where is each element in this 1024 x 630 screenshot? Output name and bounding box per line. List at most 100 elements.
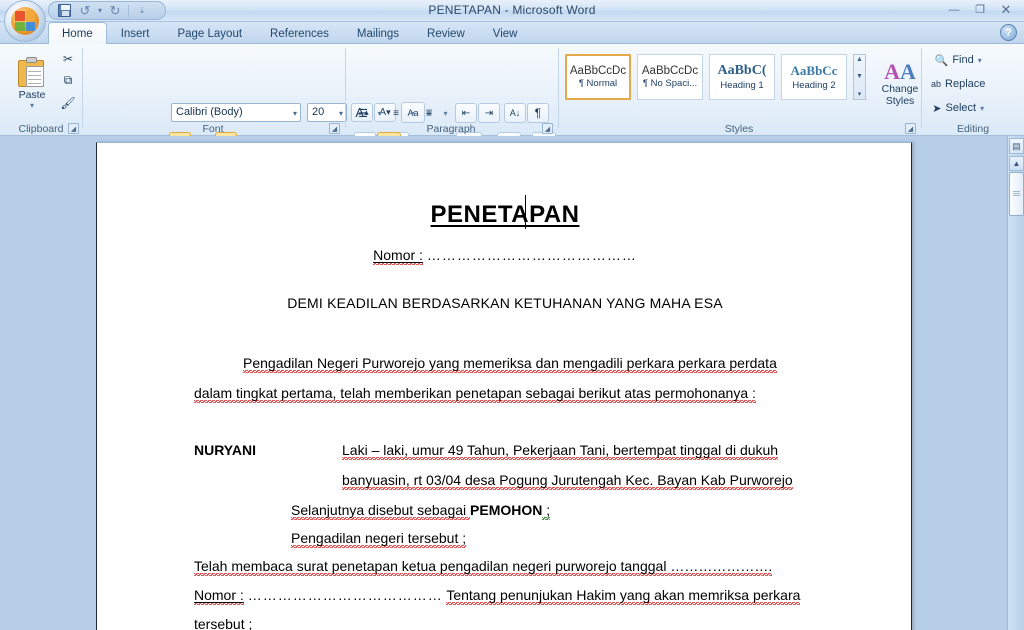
find-button[interactable]: 🔍 Find ▾ xyxy=(928,50,986,70)
document-page[interactable]: PENETAPAN Nomor : …………………………………… DEMI KE… xyxy=(96,142,912,630)
toolbar-divider xyxy=(128,4,130,17)
gallery-scroll-up-icon[interactable]: ▲ xyxy=(856,56,863,63)
font-size-input[interactable]: 20 ▾ xyxy=(307,103,347,122)
office-button[interactable] xyxy=(4,0,46,42)
bullets-dropdown-icon[interactable]: ▾ xyxy=(375,103,384,123)
group-label-styles: Styles xyxy=(724,123,754,135)
vertical-scrollbar[interactable]: ▤ ▲ xyxy=(1007,136,1024,630)
find-label: Find xyxy=(952,54,974,66)
styles-dialog-launcher[interactable]: ◢ xyxy=(905,123,916,134)
multilevel-list-icon[interactable]: ⩸ xyxy=(418,103,440,123)
group-paragraph: ☰ ▾ ≡ ▾ ⩸ ▾ ⇤ ⇥ A↓ ¶ ≣ ≣ ≣ ≣ ↕≡ ▾ ▧ ▾ ⊞ xyxy=(346,44,564,152)
scroll-thumb[interactable] xyxy=(1009,172,1024,216)
group-label-editing: Editing xyxy=(956,123,990,135)
style-no-spacing[interactable]: AaBbCcDc ¶ No Spaci... xyxy=(637,54,703,100)
quick-access-toolbar: ↺ ▾ ↻ ⇣ xyxy=(48,1,166,20)
split-window-icon[interactable]: ▤ xyxy=(1009,138,1024,154)
font-size-value: 20 xyxy=(312,106,325,118)
help-button[interactable]: ? xyxy=(1000,24,1017,41)
demi-keadilan-line: DEMI KEADILAN BERDASARKAN KETUHANAN YANG… xyxy=(287,295,723,311)
font-name-dropdown-icon[interactable]: ▾ xyxy=(293,109,297,118)
clipboard-dialog-launcher[interactable]: ◢ xyxy=(68,123,79,134)
tab-view[interactable]: View xyxy=(479,22,532,44)
style-sample: AaBbC( xyxy=(717,63,767,78)
copy-icon[interactable]: ⧉ xyxy=(58,71,78,90)
show-marks-icon[interactable]: ¶ xyxy=(527,103,549,123)
style-name: ¶ Normal xyxy=(578,78,618,89)
document-heading: PENETAPAN xyxy=(430,201,580,228)
style-name: ¶ No Spaci... xyxy=(642,78,698,89)
replace-button[interactable]: ab Replace xyxy=(928,74,986,94)
save-icon[interactable] xyxy=(56,3,72,18)
font-name-value: Calibri (Body) xyxy=(176,106,243,118)
change-styles-label: Change Styles xyxy=(881,83,919,107)
party-line-2: banyuasin, rt 03/04 desa Pogung Juruteng… xyxy=(342,472,793,490)
cut-icon[interactable]: ✂ xyxy=(58,49,78,68)
binoculars-icon: 🔍 xyxy=(934,54,949,67)
party-line-1: Laki – laki, umur 49 Tahun, Pekerjaan Ta… xyxy=(342,442,779,460)
decrease-indent-icon[interactable]: ⇤ xyxy=(455,103,477,123)
style-normal[interactable]: AaBbCcDc ¶ Normal xyxy=(565,54,631,100)
paragraph-dialog-launcher[interactable]: ◢ xyxy=(542,123,553,134)
find-dropdown-icon[interactable]: ▾ xyxy=(978,56,982,65)
redo-icon[interactable]: ↻ xyxy=(107,3,123,18)
gallery-scroll-down-icon[interactable]: ▼ xyxy=(856,73,863,80)
styles-gallery-scroll[interactable]: ▲ ▼ ▾ xyxy=(853,54,866,100)
numbering-dropdown-icon[interactable]: ▾ xyxy=(408,103,417,123)
tab-insert[interactable]: Insert xyxy=(107,22,164,44)
multilevel-dropdown-icon[interactable]: ▾ xyxy=(441,103,450,123)
group-label-font: Font xyxy=(202,123,224,135)
party-name: NURYANI xyxy=(194,442,256,458)
close-button[interactable]: ✕ xyxy=(994,1,1018,18)
text-cursor xyxy=(525,195,526,229)
ribbon: Paste ▾ ✂ ⧉ 🖌 Clipboard ◢ Calibri (Body)… xyxy=(0,44,1024,152)
tab-page-layout[interactable]: Page Layout xyxy=(163,22,256,44)
style-sample: AaBbCcDc xyxy=(569,65,627,77)
group-editing: 🔍 Find ▾ ab Replace ➤ Select ▾ Editing xyxy=(922,44,1024,136)
tab-home[interactable]: Home xyxy=(48,22,107,44)
undo-dropdown-icon[interactable]: ▾ xyxy=(98,6,102,15)
group-clipboard: Paste ▾ ✂ ⧉ 🖌 Clipboard ◢ xyxy=(0,44,82,136)
scroll-up-button[interactable]: ▲ xyxy=(1009,156,1024,171)
tersebut-line: tersebut ; xyxy=(194,616,253,630)
office-logo-icon xyxy=(11,7,39,35)
document-area[interactable]: PENETAPAN Nomor : …………………………………… DEMI KE… xyxy=(0,136,1024,630)
ribbon-tab-strip: Home Insert Page Layout References Maili… xyxy=(0,22,1024,44)
select-button[interactable]: ➤ Select ▾ xyxy=(928,98,986,118)
customize-icon[interactable]: ⇣ xyxy=(134,3,150,18)
group-font: Calibri (Body) ▾ 20 ▾ A▴ A▾ Aa B I U ▾ a… xyxy=(83,44,425,152)
window-controls: — ❐ ✕ xyxy=(942,1,1018,18)
bullets-icon[interactable]: ☰ xyxy=(352,103,374,123)
format-painter-icon[interactable]: 🖌 xyxy=(58,93,78,112)
restore-button[interactable]: ❐ xyxy=(968,1,992,18)
gallery-more-icon[interactable]: ▾ xyxy=(858,90,862,98)
pemohon-label: PEMOHON xyxy=(470,502,543,518)
style-heading-1[interactable]: AaBbC( Heading 1 xyxy=(709,54,775,100)
undo-icon[interactable]: ↺ xyxy=(77,3,93,18)
tab-mailings[interactable]: Mailings xyxy=(343,22,413,44)
replace-icon: ab xyxy=(931,79,942,89)
nomor-2-dots: ………………………………… xyxy=(247,587,443,603)
font-name-input[interactable]: Calibri (Body) ▾ xyxy=(171,103,301,122)
tab-review[interactable]: Review xyxy=(413,22,479,44)
select-dropdown-icon[interactable]: ▾ xyxy=(980,104,984,113)
nomor-line-1: Nomor : …………………………………… xyxy=(97,247,913,265)
select-arrow-icon: ➤ xyxy=(932,102,942,115)
nomor-2-label: Nomor : xyxy=(194,587,244,605)
style-heading-2[interactable]: AaBbCc Heading 2 xyxy=(781,54,847,100)
paste-button[interactable]: Paste ▾ xyxy=(8,48,56,114)
style-name: Heading 2 xyxy=(792,80,836,91)
sort-icon[interactable]: A↓ xyxy=(504,103,526,123)
increase-indent-icon[interactable]: ⇥ xyxy=(478,103,500,123)
tab-references[interactable]: References xyxy=(256,22,343,44)
paste-dropdown-icon[interactable]: ▾ xyxy=(30,101,34,110)
font-size-dropdown-icon[interactable]: ▾ xyxy=(339,109,343,118)
group-label-paragraph: Paragraph xyxy=(426,123,476,135)
numbering-icon[interactable]: ≡ xyxy=(385,103,407,123)
minimize-button[interactable]: — xyxy=(942,1,966,18)
style-sample: AaBbCcDc xyxy=(641,65,699,77)
group-styles: AaBbCcDc ¶ Normal AaBbCcDc ¶ No Spaci...… xyxy=(559,44,919,136)
font-dialog-launcher[interactable]: ◢ xyxy=(329,123,340,134)
word-application-window: PENETAPAN - Microsoft Word ↺ ▾ ↻ ⇣ — ❐ ✕… xyxy=(0,0,1024,630)
change-styles-icon: AA xyxy=(884,59,916,84)
